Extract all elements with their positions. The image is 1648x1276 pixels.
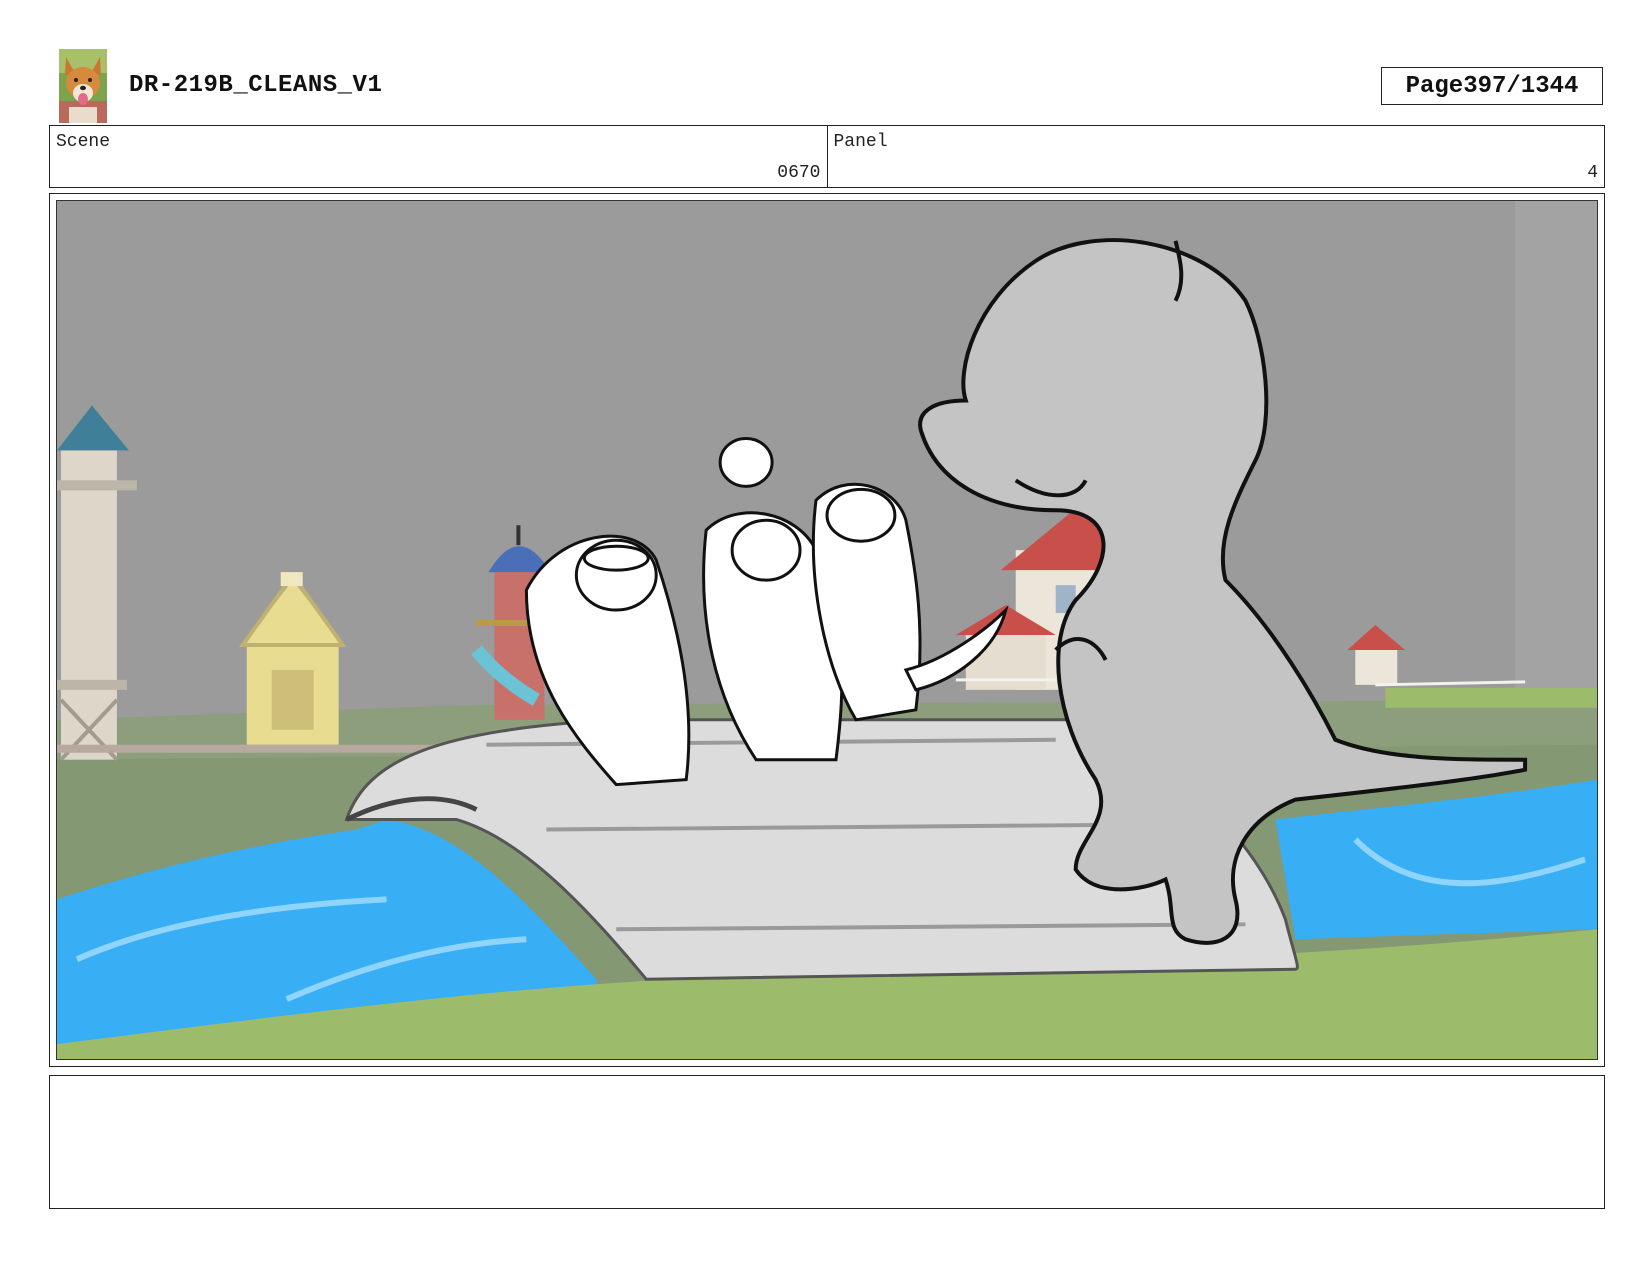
- panel-notes: [49, 1075, 1605, 1209]
- panel-number: 4: [1587, 163, 1598, 183]
- scene-number: 0670: [777, 163, 821, 183]
- panel-image: [56, 200, 1598, 1060]
- dog-logo-icon: [59, 49, 107, 123]
- storyboard-title: DR-219B_CLEANS_V1: [129, 72, 383, 99]
- scene-panel-info: Scene 0670 Panel 4: [49, 125, 1605, 188]
- storyboard-drawing: [57, 201, 1597, 1059]
- page-label: Page: [1405, 72, 1464, 100]
- scene-cell: Scene 0670: [50, 126, 827, 187]
- panel-label: Panel: [833, 132, 888, 152]
- panel-frame: [49, 193, 1605, 1067]
- panel-cell: Panel 4: [826, 126, 1605, 187]
- scene-label: Scene: [56, 132, 111, 152]
- page-indicator: Page 397/1344: [1381, 67, 1603, 105]
- page-number: 397/1344: [1463, 72, 1579, 100]
